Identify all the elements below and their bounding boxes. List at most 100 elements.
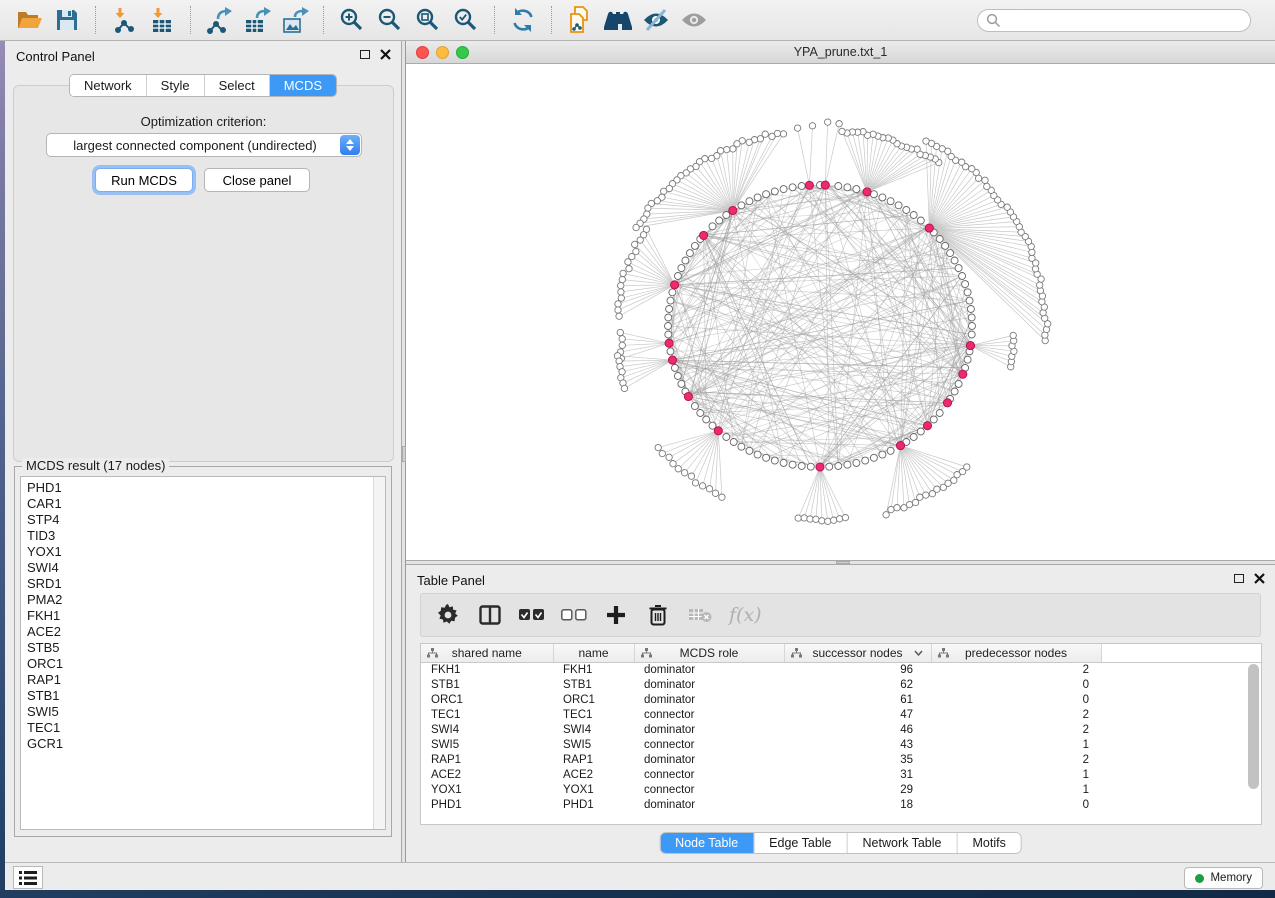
graph-node[interactable] — [887, 198, 894, 205]
graph-node[interactable] — [795, 515, 801, 521]
graph-node[interactable] — [780, 459, 787, 466]
hide-selected-button[interactable] — [637, 3, 675, 37]
graph-node[interactable] — [842, 514, 848, 520]
graph-node[interactable] — [763, 191, 770, 198]
graph-node[interactable] — [821, 181, 829, 189]
graph-node[interactable] — [879, 194, 886, 201]
mcds-result-item[interactable]: ACE2 — [21, 624, 385, 640]
table-row[interactable]: SWI5SWI5connector431 — [421, 737, 1262, 752]
graph-node[interactable] — [668, 356, 676, 364]
graph-node[interactable] — [959, 273, 966, 280]
graph-node[interactable] — [666, 454, 672, 460]
graph-node[interactable] — [895, 202, 902, 209]
graph-node[interactable] — [934, 486, 940, 492]
graph-node[interactable] — [883, 512, 889, 518]
table-row[interactable]: FKH1FKH1dominator962 — [421, 662, 1262, 677]
delete-entry-button[interactable] — [645, 602, 671, 628]
float-panel-icon[interactable] — [1234, 574, 1244, 583]
graph-node[interactable] — [615, 307, 621, 313]
graph-node[interactable] — [836, 121, 842, 127]
column-header-mcds-role[interactable]: MCDS role — [634, 644, 784, 662]
graph-node[interactable] — [691, 242, 698, 249]
graph-node[interactable] — [674, 373, 681, 380]
mcds-result-item[interactable]: STB1 — [21, 688, 385, 704]
graph-node[interactable] — [794, 125, 800, 131]
graph-node[interactable] — [844, 184, 851, 191]
graph-node[interactable] — [746, 139, 752, 145]
graph-node[interactable] — [798, 183, 805, 190]
graph-node[interactable] — [805, 181, 813, 189]
graph-node[interactable] — [816, 463, 824, 471]
graph-node[interactable] — [691, 403, 698, 410]
graph-node[interactable] — [966, 342, 974, 350]
mcds-result-item[interactable]: STB5 — [21, 640, 385, 656]
mcds-result-item[interactable]: PHD1 — [21, 480, 385, 496]
graph-node[interactable] — [910, 434, 917, 441]
graph-node[interactable] — [984, 183, 990, 189]
graph-node[interactable] — [835, 463, 842, 470]
graph-node[interactable] — [719, 494, 725, 500]
graph-node[interactable] — [894, 505, 900, 511]
graph-node[interactable] — [959, 370, 967, 378]
graph-node[interactable] — [621, 385, 627, 391]
graph-node[interactable] — [626, 266, 632, 272]
table-row[interactable]: TEC1TEC1connector472 — [421, 707, 1262, 722]
clone-network-button[interactable] — [561, 3, 599, 37]
graph-node[interactable] — [879, 451, 886, 458]
graph-node[interactable] — [943, 399, 951, 407]
graph-node[interactable] — [754, 194, 761, 201]
graph-node[interactable] — [632, 241, 638, 247]
graph-node[interactable] — [709, 223, 716, 230]
graph-node[interactable] — [678, 265, 685, 272]
function-builder-button[interactable]: f(x) — [729, 602, 762, 628]
graph-node[interactable] — [955, 380, 962, 387]
graph-node[interactable] — [923, 138, 929, 144]
graph-node[interactable] — [836, 516, 842, 522]
graph-node[interactable] — [724, 146, 730, 152]
mcds-result-item[interactable]: SRD1 — [21, 576, 385, 592]
network-window-titlebar[interactable]: YPA_prune.txt_1 — [406, 41, 1275, 64]
tab-motifs[interactable]: Motifs — [956, 833, 1020, 853]
graph-node[interactable] — [844, 461, 851, 468]
graph-node[interactable] — [813, 516, 819, 522]
graph-node[interactable] — [618, 282, 624, 288]
import-network-button[interactable] — [105, 3, 143, 37]
mcds-result-item[interactable]: TEC1 — [21, 720, 385, 736]
column-header-predecessor-nodes[interactable]: predecessor nodes — [931, 644, 1101, 662]
graph-node[interactable] — [870, 454, 877, 461]
graph-node[interactable] — [675, 466, 681, 472]
graph-node[interactable] — [665, 331, 672, 338]
graph-node[interactable] — [746, 447, 753, 454]
panel-layout-button[interactable] — [477, 602, 503, 628]
graph-node[interactable] — [757, 136, 763, 142]
graph-node[interactable] — [665, 339, 673, 347]
add-entry-button[interactable] — [603, 602, 629, 628]
graph-node[interactable] — [625, 259, 631, 265]
select-all-button[interactable] — [519, 602, 545, 628]
graph-node[interactable] — [964, 289, 971, 296]
graph-node[interactable] — [1010, 332, 1016, 338]
graph-node[interactable] — [819, 518, 825, 524]
mcds-result-item[interactable]: CAR1 — [21, 496, 385, 512]
graph-node[interactable] — [738, 443, 745, 450]
graph-node[interactable] — [839, 128, 845, 134]
graph-node[interactable] — [831, 517, 837, 523]
graph-node[interactable] — [708, 155, 714, 161]
graph-node[interactable] — [925, 224, 933, 232]
graph-node[interactable] — [716, 217, 723, 224]
graph-node[interactable] — [807, 463, 814, 470]
mcds-result-item[interactable]: RAP1 — [21, 672, 385, 688]
save-session-button[interactable] — [48, 3, 86, 37]
graph-node[interactable] — [665, 314, 672, 321]
graph-node[interactable] — [968, 331, 975, 338]
graph-node[interactable] — [637, 237, 643, 243]
graph-node[interactable] — [947, 250, 954, 257]
graph-node[interactable] — [825, 119, 831, 125]
deselect-all-button[interactable] — [561, 602, 587, 628]
graph-node[interactable] — [684, 392, 692, 400]
graph-node[interactable] — [942, 242, 949, 249]
graph-node[interactable] — [616, 313, 622, 319]
graph-node[interactable] — [654, 198, 660, 204]
tab-node-table[interactable]: Node Table — [660, 833, 753, 853]
graph-node[interactable] — [807, 516, 813, 522]
